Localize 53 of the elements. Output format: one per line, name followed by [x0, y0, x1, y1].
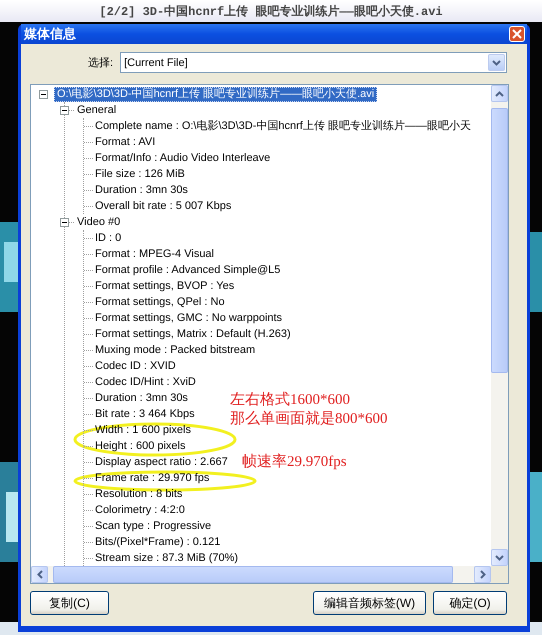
collapse-icon[interactable]: [39, 90, 48, 98]
scroll-down-button[interactable]: [491, 549, 508, 566]
collapse-icon[interactable]: [60, 106, 69, 114]
tree-item[interactable]: Format settings, BVOP : Yes: [93, 278, 238, 294]
tree-item[interactable]: Format settings, Matrix : Default (H.263): [93, 326, 294, 342]
tree-item[interactable]: Format : AVI: [93, 134, 158, 150]
tree-item[interactable]: Codec ID/Hint : XviD: [93, 374, 199, 390]
tree-item[interactable]: Height : 600 pixels: [93, 438, 188, 454]
scroll-left-button[interactable]: [31, 566, 48, 583]
annotation-text: 那么单画面就是800*600: [230, 410, 388, 429]
tree-item[interactable]: Duration : 3mn 30s: [93, 390, 191, 406]
select-label: 选择:: [88, 56, 114, 70]
dialog-button[interactable]: 编辑音频标签(W): [313, 591, 426, 615]
tree-item[interactable]: Bits/(Pixel*Frame) : 0.121: [93, 534, 224, 550]
tree-item[interactable]: Format settings, GMC : No warppoints: [93, 310, 286, 326]
annotation-text: 帧速率29.970fps: [242, 453, 347, 472]
scroll-right-button[interactable]: [474, 566, 491, 583]
tree-item[interactable]: Muxing mode : Packed bitstream: [93, 342, 258, 358]
file-dropdown[interactable]: [Current File]: [120, 52, 507, 73]
scrollbar-thumb[interactable]: [491, 108, 508, 373]
tree-item[interactable]: Duration : 3mn 30s: [93, 182, 191, 198]
tree-item[interactable]: ID : 0: [93, 230, 124, 246]
tree-item[interactable]: Format/Info : Audio Video Interleave: [93, 150, 274, 166]
chevron-down-icon: [492, 60, 501, 66]
tree-item[interactable]: Overall bit rate : 5 007 Kbps: [93, 198, 234, 214]
tree-item[interactable]: Display aspect ratio : 2.667: [93, 454, 231, 470]
tree-item[interactable]: Stream size : 87.3 MiB (70%): [93, 550, 242, 566]
scrollbar-thumb[interactable]: [53, 566, 453, 583]
tree-item[interactable]: Scan type : Progressive: [93, 518, 214, 534]
tree-item[interactable]: Format profile : Advanced Simple@L5: [93, 262, 284, 278]
tree-item[interactable]: Colorimetry : 4:2:0: [93, 502, 188, 518]
tree-item[interactable]: Format : MPEG-4 Visual: [93, 246, 217, 262]
collapse-icon[interactable]: [60, 218, 69, 226]
scrollbar-corner: [491, 566, 508, 583]
tree-item[interactable]: Complete name : O:\电影\3D\3D-中国hcnrf上传 眼吧专业训练片——眼吧小天: [93, 118, 474, 134]
close-button[interactable]: [509, 26, 525, 42]
dialog-title: 媒体信息: [24, 25, 76, 43]
chevron-down-icon: [495, 554, 504, 560]
video-title: [2/2] 3D-中国hcnrf上传 眼吧专业训练片——眼吧小天使.avi: [99, 4, 443, 20]
tree-item[interactable]: Codec ID : XVID: [93, 358, 179, 374]
chevron-right-icon: [480, 570, 486, 579]
chevron-left-icon: [36, 570, 42, 579]
dialog-button[interactable]: 复制(C): [30, 591, 109, 615]
tree-item[interactable]: Video #0: [74, 214, 124, 230]
tree-item[interactable]: File size : 126 MiB: [93, 166, 188, 182]
dialog-button[interactable]: 确定(O): [433, 591, 507, 615]
tree-item[interactable]: Bit rate : 3 464 Kbps: [93, 406, 198, 422]
tree-item[interactable]: General: [74, 102, 120, 118]
tree-item[interactable]: Format settings, QPel : No: [93, 294, 228, 310]
chevron-up-icon: [495, 90, 504, 96]
annotation-text: 左右格式1600*600: [230, 391, 351, 410]
scroll-up-button[interactable]: [491, 85, 508, 102]
tree-item[interactable]: O:\电影\3D\3D-中国hcnrf上传 眼吧专业训练片——眼吧小天使.avi: [54, 86, 378, 102]
